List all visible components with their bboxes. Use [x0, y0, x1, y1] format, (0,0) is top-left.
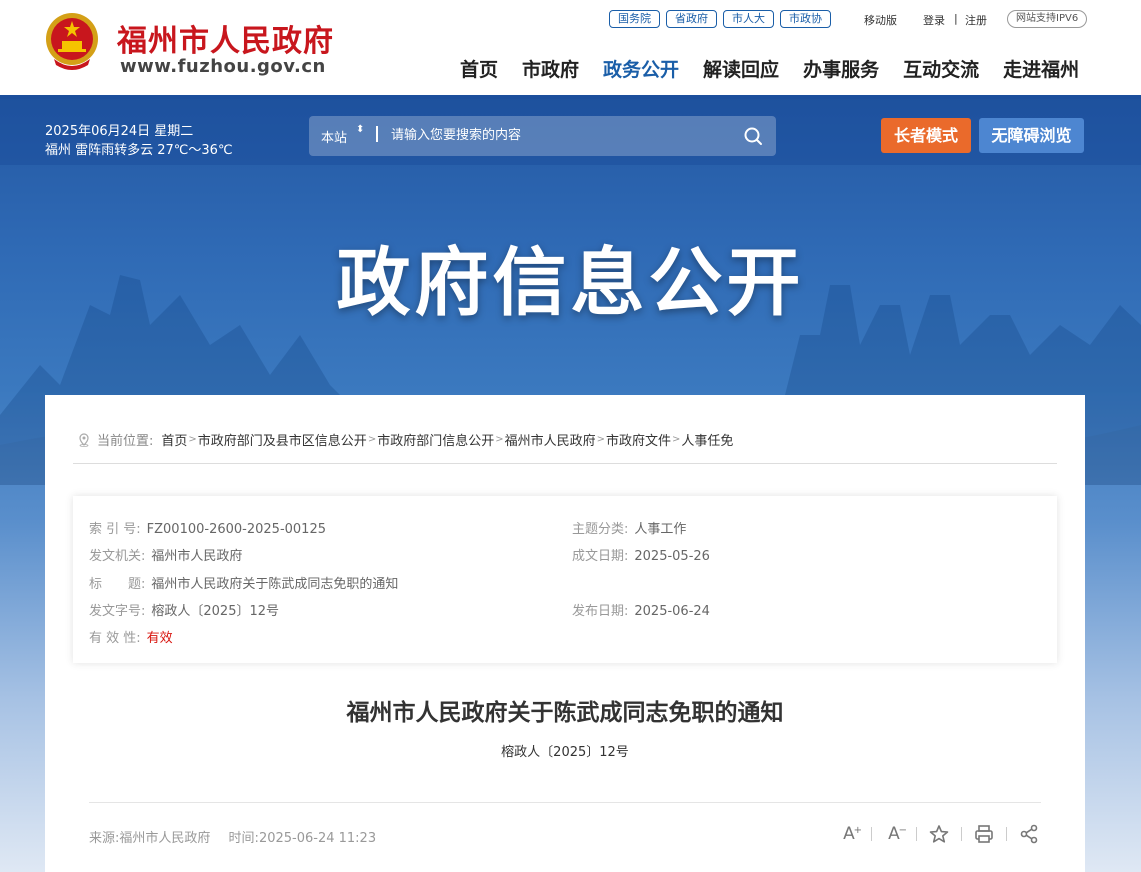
meta-label: 成文日期: — [572, 549, 629, 564]
breadcrumb-divider — [73, 463, 1057, 464]
meta-issuer: 发文机关: 福州市人民政府 — [89, 545, 242, 564]
meta-label: 标 题: — [89, 577, 146, 592]
font-larger-mark: + — [853, 825, 862, 836]
search-scope-arrow-icon[interactable]: ⬍ — [356, 125, 364, 135]
source-label: 来源: — [89, 831, 120, 846]
document-divider — [89, 802, 1041, 803]
meta-validity: 有 效 性: 有效 — [89, 627, 173, 646]
top-link-city-congress[interactable]: 市人大 — [723, 10, 774, 28]
mobile-version-link[interactable]: 移动版 — [864, 12, 897, 28]
toolbar-divider — [1006, 827, 1007, 841]
site-header: 福州市人民政府 www.fuzhou.gov.cn 国务院 省政府 市人大 市政… — [0, 0, 1141, 95]
breadcrumb-label: 当前位置: — [97, 434, 154, 449]
breadcrumb-gov-documents[interactable]: 市政府文件 — [606, 430, 671, 449]
top-link-state-council[interactable]: 国务院 — [609, 10, 660, 28]
register-link[interactable]: 注册 — [965, 12, 987, 28]
weather-info: 福州 雷阵雨转多云 27℃～36℃ — [45, 143, 233, 158]
site-url[interactable]: www.fuzhou.gov.cn — [120, 56, 326, 77]
meta-doc-number: 发文字号: 榕政人〔2025〕12号 — [89, 600, 279, 619]
top-link-city-cppcc[interactable]: 市政协 — [780, 10, 831, 28]
breadcrumb-separator: > — [596, 434, 606, 445]
source-value: 福州市人民政府 — [119, 831, 211, 846]
nav-services[interactable]: 办事服务 — [803, 55, 879, 82]
time-value: 2025-06-24 11:23 — [258, 831, 377, 846]
meta-label: 发布日期: — [572, 604, 629, 619]
location-pin-icon — [79, 432, 89, 447]
breadcrumb: 当前位置: 首页 > 市政府部门及县市区信息公开 > 市政府部门信息公开 > 福… — [77, 430, 733, 449]
meta-label: 主题分类: — [572, 522, 629, 537]
font-larger-icon[interactable]: A + — [838, 823, 862, 845]
search-input[interactable] — [391, 124, 731, 146]
time-label: 时间: — [228, 831, 259, 846]
breadcrumb-separator: > — [367, 434, 377, 445]
breadcrumb-dept-info[interactable]: 市政府部门信息公开 — [377, 430, 494, 449]
font-smaller-mark: − — [898, 825, 907, 836]
nav-interaction[interactable]: 互动交流 — [903, 55, 979, 82]
hero-title: 政府信息公开 — [336, 240, 805, 326]
content-card: 当前位置: 首页 > 市政府部门及县市区信息公开 > 市政府部门信息公开 > 福… — [45, 395, 1085, 872]
meta-value: 2025-05-26 — [634, 549, 710, 564]
document-toolbar: A + A − — [838, 823, 1040, 845]
search-scope-select[interactable]: 本站 — [321, 127, 347, 146]
breadcrumb-dept-county-info[interactable]: 市政府部门及县市区信息公开 — [198, 430, 367, 449]
national-emblem-icon[interactable] — [44, 11, 100, 73]
breadcrumb-personnel[interactable]: 人事任免 — [681, 430, 733, 449]
meta-value: 2025-06-24 — [634, 604, 710, 619]
search-divider — [376, 126, 378, 142]
toolbar-divider — [961, 827, 962, 841]
search-box: 本站 ⬍ — [309, 116, 776, 156]
meta-label: 有 效 性: — [89, 631, 141, 646]
breadcrumb-home[interactable]: 首页 — [161, 430, 187, 449]
nav-interpretation[interactable]: 解读回应 — [703, 55, 779, 82]
validity-status: 有效 — [146, 631, 173, 646]
document-metadata-box: 索 引 号: FZ00100-2600-2025-00125 主题分类: 人事工作 … — [73, 496, 1057, 663]
login-link[interactable]: 登录 — [923, 12, 945, 28]
nav-about-fuzhou[interactable]: 走进福州 — [1003, 55, 1079, 82]
meta-value: 人事工作 — [634, 522, 687, 537]
share-icon[interactable] — [1018, 823, 1040, 845]
breadcrumb-separator: > — [495, 434, 504, 445]
document-source-line: 来源:福州市人民政府 时间:2025-06-24 11:23 — [89, 827, 376, 846]
search-icon[interactable] — [742, 125, 764, 147]
meta-value: FZ00100-2600-2025-00125 — [146, 522, 326, 537]
toolbar-divider — [916, 827, 917, 841]
site-name[interactable]: 福州市人民政府 — [117, 16, 334, 60]
meta-value: 福州市人民政府关于陈武成同志免职的通知 — [151, 577, 399, 592]
print-icon[interactable] — [973, 823, 995, 845]
top-link-provincial-gov[interactable]: 省政府 — [666, 10, 717, 28]
nav-home[interactable]: 首页 — [460, 55, 498, 82]
breadcrumb-separator: > — [672, 434, 681, 445]
meta-label: 发文机关: — [89, 549, 146, 564]
nav-gov-affairs-open[interactable]: 政务公开 — [603, 55, 679, 82]
info-bar: 2025年06月24日 星期二 福州 雷阵雨转多云 27℃～36℃ 本站 ⬍ 长… — [0, 95, 1141, 165]
meta-title: 标 题: 福州市人民政府关于陈武成同志免职的通知 — [89, 573, 398, 592]
meta-created-date: 成文日期: 2025-05-26 — [572, 545, 710, 564]
current-date: 2025年06月24日 星期二 — [45, 124, 194, 139]
document-title: 福州市人民政府关于陈武成同志免职的通知 — [346, 700, 784, 726]
font-smaller-icon[interactable]: A − — [883, 823, 907, 845]
breadcrumb-separator: > — [188, 434, 197, 445]
meta-topic: 主题分类: 人事工作 — [572, 518, 686, 537]
meta-label: 发文字号: — [89, 604, 146, 619]
nav-city-government[interactable]: 市政府 — [522, 55, 579, 82]
top-links: 国务院 省政府 市人大 市政协 — [609, 10, 831, 28]
main-nav: 首页 市政府 政务公开 解读回应 办事服务 互动交流 走进福州 — [460, 55, 1079, 82]
meta-value: 榕政人〔2025〕12号 — [151, 604, 280, 619]
toolbar-divider — [871, 827, 872, 841]
star-icon[interactable] — [928, 823, 950, 845]
meta-index-number: 索 引 号: FZ00100-2600-2025-00125 — [89, 518, 326, 537]
accessible-browse-button[interactable]: 无障碍浏览 — [979, 118, 1084, 153]
meta-label: 索 引 号: — [89, 522, 141, 537]
ipv6-badge: 网站支持IPV6 — [1007, 10, 1088, 28]
elder-mode-button[interactable]: 长者模式 — [881, 118, 971, 153]
meta-published-date: 发布日期: 2025-06-24 — [572, 600, 710, 619]
login-divider: | — [954, 12, 958, 25]
meta-value: 福州市人民政府 — [151, 549, 243, 564]
breadcrumb-city-gov[interactable]: 福州市人民政府 — [505, 430, 596, 449]
document-number: 榕政人〔2025〕12号 — [501, 745, 629, 760]
